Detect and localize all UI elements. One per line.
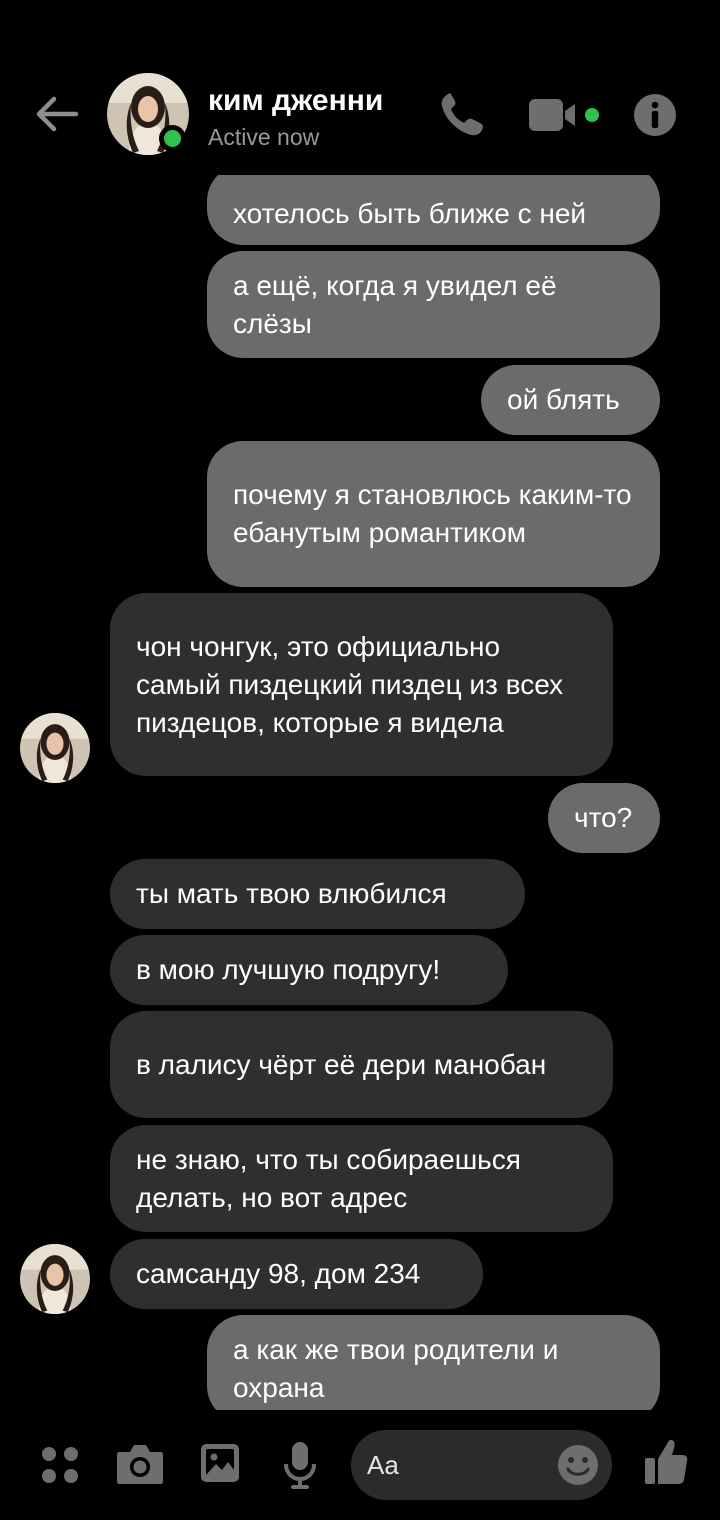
online-indicator [159, 125, 186, 152]
contact-avatar-small[interactable] [20, 1244, 90, 1314]
menu-dots-icon[interactable] [40, 1445, 80, 1485]
message-bubble[interactable]: не знаю, что ты собираешься делать, но в… [110, 1125, 613, 1232]
message-input[interactable]: Aa [351, 1430, 612, 1500]
microphone-icon[interactable] [282, 1440, 318, 1490]
emoji-icon[interactable] [557, 1444, 599, 1486]
message-bubble[interactable]: чон чонгук, это официально самый пиздецк… [110, 593, 613, 776]
message-text: в лалису чёрт её дери манобан [136, 1048, 547, 1080]
message-bubble[interactable]: хотелось быть ближе с ней [207, 175, 660, 245]
video-camera-icon[interactable] [528, 96, 578, 134]
message-bubble[interactable]: что? [548, 783, 660, 853]
message-text: а как же твои родители и охрана [233, 1334, 559, 1403]
thumbs-up-icon[interactable] [643, 1436, 689, 1486]
message-text: что? [574, 802, 633, 833]
message-bubble[interactable]: ой блять [481, 365, 660, 435]
message-text: самсанду 98, дом 234 [136, 1258, 421, 1289]
message-bubble[interactable]: самсанду 98, дом 234 [110, 1239, 483, 1309]
message-thread[interactable]: хотелось быть ближе с ней а ещё, когда я… [0, 175, 720, 1410]
message-bubble[interactable]: ты мать твою влюбился [110, 859, 525, 929]
message-text: хотелось быть ближе с ней [233, 198, 587, 229]
message-text: ой блять [507, 384, 620, 415]
composer-bar: Aa [0, 1410, 720, 1520]
camera-icon[interactable] [115, 1442, 165, 1486]
message-bubble[interactable]: почему я становлюсь каким-то ебанутым ро… [207, 441, 660, 587]
message-text: чон чонгук, это официально самый пиздецк… [136, 630, 564, 738]
message-text: ты мать твою влюбился [136, 878, 447, 909]
message-bubble[interactable]: а как же твои родители и охрана [207, 1315, 660, 1410]
gallery-icon[interactable] [200, 1443, 240, 1483]
contact-avatar-small[interactable] [20, 713, 90, 783]
contact-name[interactable]: ким дженни [208, 84, 383, 118]
info-icon[interactable] [633, 93, 677, 137]
message-bubble[interactable]: в лалису чёрт её дери манобан [110, 1011, 613, 1118]
chat-header: ким дженни Active now [0, 0, 720, 175]
message-text: почему я становлюсь каким-то ебанутым ро… [233, 479, 632, 548]
message-bubble[interactable]: в мою лучшую подругу! [110, 935, 508, 1005]
phone-icon[interactable] [438, 92, 488, 138]
message-text: в мою лучшую подругу! [136, 954, 441, 985]
message-bubble[interactable]: а ещё, когда я увидел её слёзы [207, 251, 660, 358]
message-text: не знаю, что ты собираешься делать, но в… [136, 1143, 521, 1213]
message-text: а ещё, когда я увидел её слёзы [233, 269, 557, 339]
video-active-dot [585, 108, 599, 122]
back-arrow-icon[interactable] [30, 88, 82, 140]
input-placeholder: Aa [367, 1450, 399, 1480]
active-status: Active now [208, 124, 320, 150]
